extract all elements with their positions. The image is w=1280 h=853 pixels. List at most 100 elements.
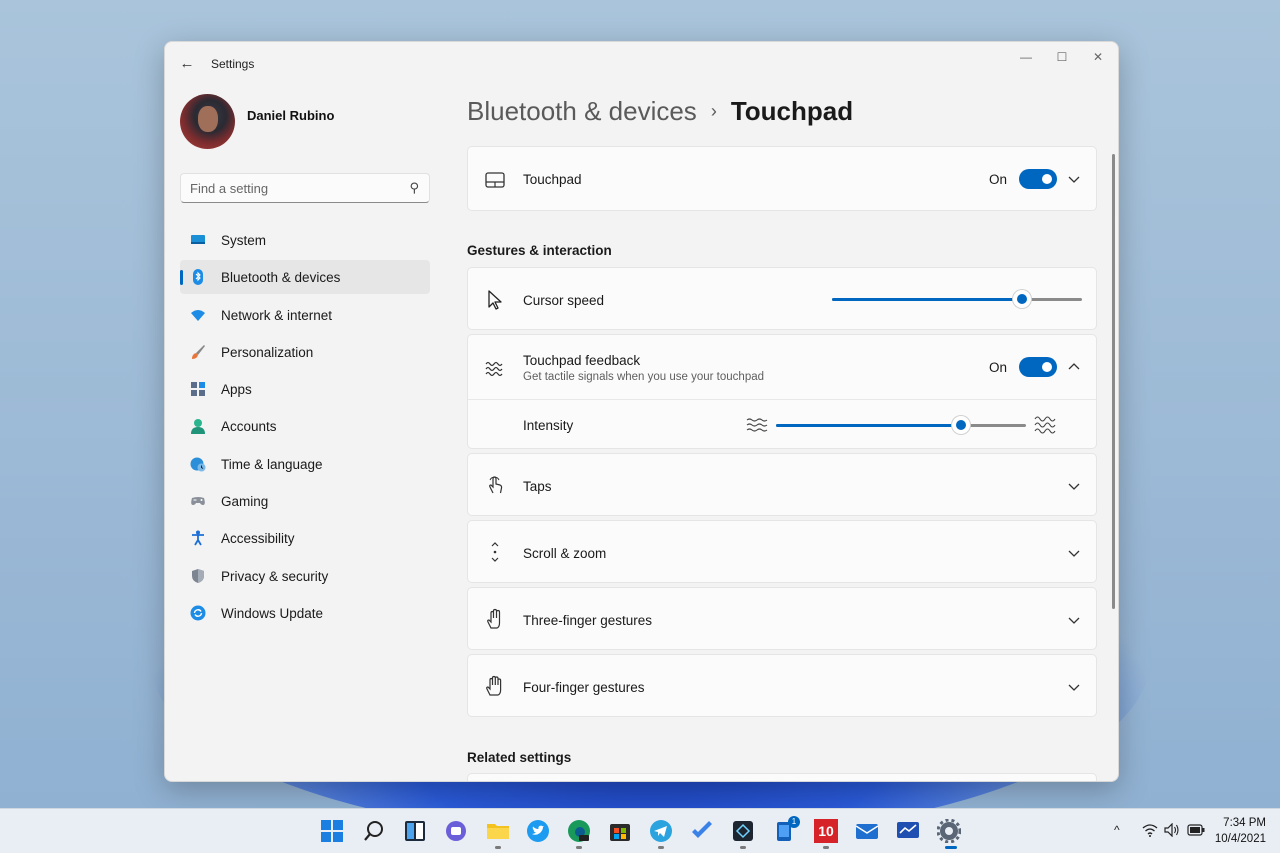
intensity-thumb[interactable] [952,416,970,434]
high-intensity-icon [1034,416,1056,434]
sidebar-item-bluetooth[interactable]: Bluetooth & devices [180,260,430,295]
tap-icon [489,476,503,494]
touchpad-card[interactable]: Touchpad On [467,146,1097,211]
back-arrow-icon[interactable]: ← [177,54,197,74]
settings-gear-icon[interactable] [937,819,961,843]
sidebar-item-label: Windows Update [221,605,324,621]
person-icon [191,419,205,435]
mail-icon[interactable] [855,819,879,843]
dev-tool-running-indicator [740,846,746,849]
four-finger-label: Four-finger gestures [523,680,645,695]
taps-card[interactable]: Taps [467,453,1097,516]
avatar[interactable] [180,94,235,149]
teams-chat-icon[interactable] [444,819,468,843]
sidebar-item-personalization[interactable]: Personalization [180,335,430,369]
touchpad-toggle[interactable] [1019,169,1057,189]
four-finger-card[interactable]: Four-finger gestures [467,654,1097,717]
telegram-running-indicator [658,846,664,849]
chevron-up-icon[interactable] [1066,359,1082,375]
three-finger-card[interactable]: Three-finger gestures [467,587,1097,650]
chevron-down-icon[interactable] [1066,478,1082,494]
scroll-zoom-card[interactable]: Scroll & zoom [467,520,1097,583]
explorer-running-indicator [495,846,501,849]
telegram-icon[interactable] [649,819,673,843]
sidebar-item-label: Time & language [221,456,323,472]
chevron-down-icon[interactable] [1066,612,1082,628]
wifi-icon [191,309,205,321]
sidebar-item-windows-update[interactable]: Windows Update [180,596,430,630]
scroll-zoom-label: Scroll & zoom [523,546,607,561]
chevron-up-icon[interactable]: ^ [1114,823,1120,837]
related-card-peek[interactable] [467,773,1097,781]
monitor-app-icon[interactable] [896,819,920,843]
chevron-down-icon[interactable] [1066,679,1082,695]
dev-tool-icon[interactable] [731,819,755,843]
chevron-down-icon[interactable] [1066,545,1082,561]
cursor-speed-fill [832,298,1022,301]
sidebar-nav: System Bluetooth & devices Network & int… [180,223,430,633]
start-icon[interactable] [320,819,344,843]
related-section-title: Related settings [467,750,572,765]
page-title: Touchpad [730,96,854,126]
taps-label: Taps [523,479,552,494]
twitter-icon[interactable] [526,819,550,843]
store-icon[interactable] [608,819,632,843]
sidebar-item-accessibility[interactable]: Accessibility [180,521,430,555]
intensity-slider[interactable] [776,415,1026,435]
minimize-button[interactable]: — [1008,46,1044,68]
feedback-toggle[interactable] [1019,357,1057,377]
sidebar-item-gaming[interactable]: Gaming [180,484,430,518]
cursor-speed-thumb[interactable] [1013,290,1031,308]
sidebar-item-system[interactable]: System [180,223,430,257]
search-icon[interactable]: ⚲ [409,180,419,196]
sidebar-item-label: Personalization [221,344,314,360]
shield-icon [192,568,204,583]
profile-name: Daniel Rubino [247,108,335,123]
sidebar-item-apps[interactable]: Apps [180,372,430,406]
settings-running-indicator [945,846,957,849]
clock[interactable]: 7:34 PM 10/4/2021 [1215,815,1266,847]
breadcrumb: Bluetooth & devices › Touchpad [467,96,853,127]
gestures-section-title: Gestures & interaction [467,243,612,258]
todo-icon[interactable] [690,819,714,843]
clock-date: 10/4/2021 [1214,833,1266,845]
title-bar: ← Settings — ☐ ✕ [165,42,1118,86]
news-running-indicator [823,846,829,849]
close-button[interactable]: ✕ [1080,46,1116,68]
hand-four-finger-icon [486,675,502,696]
file-explorer-icon[interactable] [486,819,510,843]
volume-icon[interactable] [1164,823,1180,837]
sidebar-item-network[interactable]: Network & internet [180,298,430,332]
scroll-icon [491,542,499,562]
edge-dev-icon[interactable] [567,819,591,843]
scrollbar[interactable] [1112,154,1115,609]
search-box[interactable]: ⚲ [180,173,430,203]
cursor-speed-card: Cursor speed [467,267,1097,330]
brush-icon [192,344,205,359]
news-app-icon[interactable]: 10 [814,819,838,843]
search-input[interactable] [181,174,391,202]
cursor-speed-label: Cursor speed [523,293,605,308]
sidebar-item-time-language[interactable]: Time & language [180,447,430,481]
sidebar-item-label: Accessibility [221,531,295,547]
search-icon[interactable] [362,819,386,843]
maximize-button[interactable]: ☐ [1044,46,1080,68]
chevron-down-icon[interactable] [1066,171,1082,187]
sidebar-item-label: Apps [221,382,252,398]
intensity-fill [776,424,961,427]
sidebar-item-privacy[interactable]: Privacy & security [180,559,430,593]
apps-icon [191,382,205,397]
cursor-icon [488,290,502,310]
breadcrumb-parent[interactable]: Bluetooth & devices [467,96,697,126]
system-icon [191,235,205,244]
hand-three-finger-icon [487,608,501,629]
taskbar: 1 10 ^ 7:34 PM 10/4/2021 [0,808,1280,853]
battery-icon[interactable] [1187,824,1205,836]
sidebar-item-label: Accounts [221,419,277,435]
sidebar-item-label: Network & internet [221,307,333,323]
sidebar-item-accounts[interactable]: Accounts [180,409,430,443]
cursor-speed-slider[interactable] [832,289,1082,309]
low-intensity-icon [746,418,768,432]
task-view-icon[interactable] [403,819,427,843]
wifi-icon[interactable] [1142,823,1158,837]
